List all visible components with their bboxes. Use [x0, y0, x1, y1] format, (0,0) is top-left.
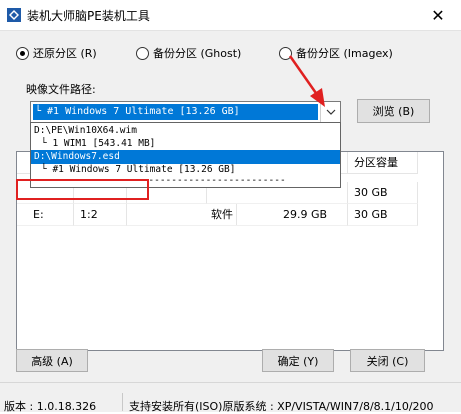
radio-backup-imagex[interactable]: 备份分区 (Imagex)	[279, 45, 393, 61]
window-title: 装机大师脑PE装机工具	[27, 9, 150, 23]
table-cell[interactable]: 29.9 GB	[207, 204, 348, 226]
app-icon	[7, 8, 21, 22]
advanced-button[interactable]: 高级 (A)	[16, 349, 88, 372]
image-path-combobox[interactable]: └ #1 Windows 7 Ultimate [13.26 GB]	[30, 101, 341, 123]
radio-restore-circle	[16, 46, 29, 60]
browse-button[interactable]: 浏览 (B)	[357, 99, 430, 123]
status-divider	[122, 393, 123, 411]
status-bar: 版本 : 1.0.18.326 支持安装所有(ISO)原版系统 : XP/VIS…	[0, 382, 461, 413]
radio-imagex-circle	[279, 46, 292, 60]
close-window-button[interactable]: ✕	[415, 0, 461, 30]
chevron-down-icon	[326, 109, 335, 115]
dropdown-option[interactable]: D:\PE\Win10X64.wim	[31, 124, 340, 138]
ok-button[interactable]: 确定 (Y)	[262, 349, 334, 372]
radio-restore-label: 还原分区 (R)	[33, 47, 97, 60]
radio-restore-partition[interactable]: 还原分区 (R)	[16, 45, 97, 61]
dropdown-option[interactable]: └ 1 WIM1 [543.41 MB]	[31, 137, 340, 151]
main-panel: 还原分区 (R) 备份分区 (Ghost) 备份分区 (Imagex) 映像文件…	[0, 30, 461, 382]
combobox-selected-value: └ #1 Windows 7 Ultimate [13.26 GB]	[33, 104, 318, 120]
radio-imagex-label: 备份分区 (Imagex)	[296, 47, 393, 60]
title-bar: 装机大师脑PE装机工具 ✕	[0, 0, 461, 30]
combobox-dropdown-button[interactable]	[320, 102, 340, 122]
annotation-highlight-box	[16, 179, 149, 200]
close-icon: ✕	[431, 5, 445, 25]
table-header-capacity[interactable]: 分区容量	[348, 152, 418, 174]
radio-backup-ghost[interactable]: 备份分区 (Ghost)	[136, 45, 241, 61]
table-cell[interactable]: 30 GB	[348, 204, 418, 226]
radio-ghost-label: 备份分区 (Ghost)	[153, 47, 242, 60]
image-path-label: 映像文件路径:	[26, 83, 96, 96]
table-cell[interactable]: 30 GB	[348, 182, 418, 204]
radio-ghost-circle	[136, 46, 149, 60]
table-cell[interactable]: E:	[17, 204, 74, 226]
table-cell[interactable]: 1:2	[74, 204, 127, 226]
close-button[interactable]: 关闭 (C)	[350, 349, 425, 372]
dropdown-option-selected[interactable]: D:\Windows7.esd	[31, 150, 340, 164]
